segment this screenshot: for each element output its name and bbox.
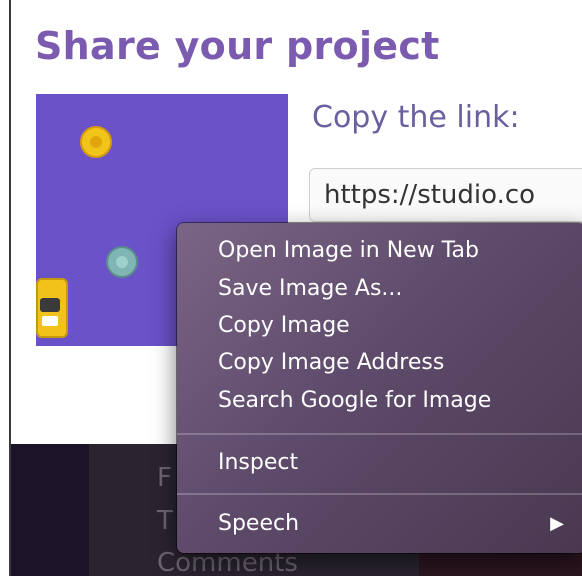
menu-separator: [177, 493, 582, 495]
background-text-line: F: [157, 463, 172, 493]
submenu-arrow-icon: ▶: [550, 513, 564, 534]
menu-item-copy-image[interactable]: Copy Image: [177, 308, 582, 344]
menu-item-inspect[interactable]: Inspect: [177, 445, 582, 481]
share-link-input[interactable]: [309, 168, 582, 222]
menu-item-save-image-as[interactable]: Save Image As...: [177, 271, 582, 307]
copy-link-label: Copy the link:: [312, 100, 520, 135]
menu-item-speech[interactable]: Speech ▶: [177, 506, 582, 542]
gold-coin-sprite: [80, 126, 112, 158]
context-menu: Open Image in New Tab Save Image As... C…: [177, 223, 582, 553]
page-sidebar: [11, 444, 89, 576]
menu-item-search-google-image[interactable]: Search Google for Image: [177, 383, 582, 419]
menu-item-copy-image-address[interactable]: Copy Image Address: [177, 345, 582, 381]
menu-item-speech-label: Speech: [218, 511, 300, 536]
browser-viewport: F T Comments Share your project Copy the…: [9, 0, 582, 576]
modal-title: Share your project: [35, 24, 440, 68]
background-comments-label: Comments: [157, 548, 298, 576]
menu-separator: [177, 433, 582, 435]
menu-item-open-image-new-tab[interactable]: Open Image in New Tab: [177, 233, 582, 269]
teal-coin-sprite: [106, 246, 138, 278]
yellow-car-sprite: [36, 278, 68, 338]
background-text-line: T: [157, 506, 173, 536]
